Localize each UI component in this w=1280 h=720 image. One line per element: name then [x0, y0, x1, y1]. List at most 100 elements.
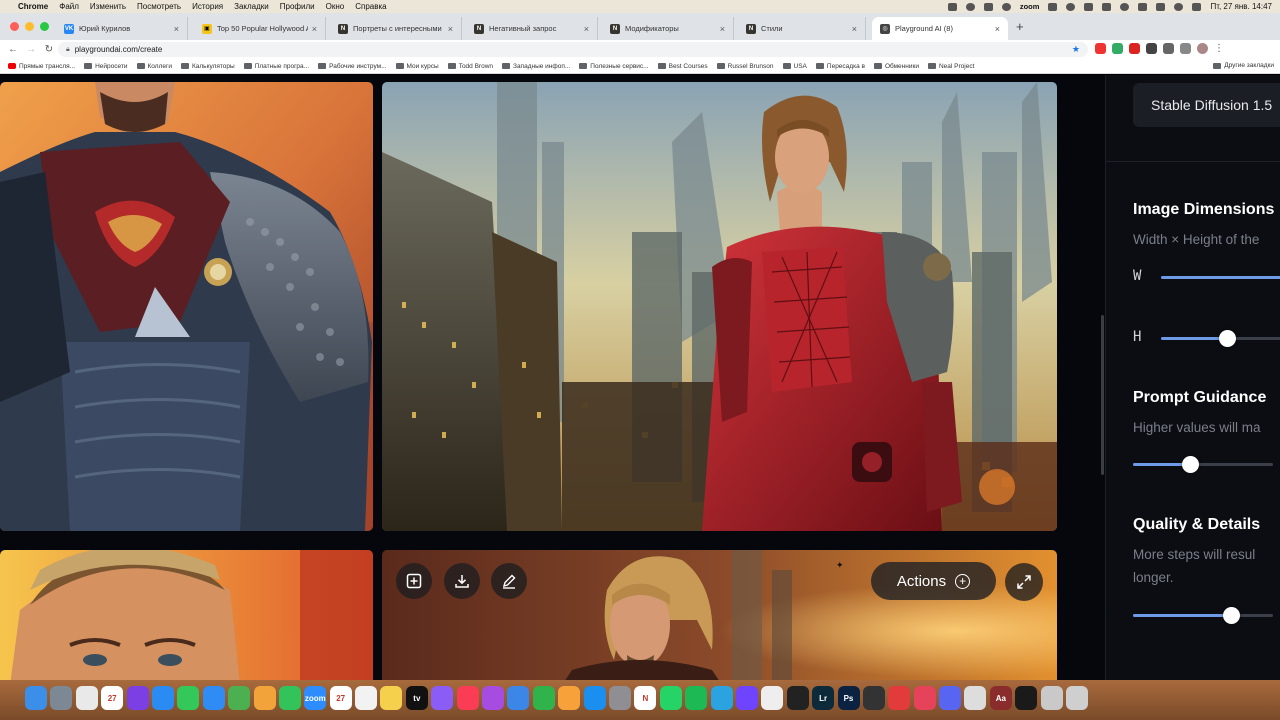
tab[interactable]: VK Юрий Курилов × — [56, 17, 188, 40]
finder-icon[interactable] — [25, 686, 47, 710]
zoom-icon[interactable]: zoom — [304, 686, 327, 710]
games-icon[interactable] — [964, 686, 987, 710]
generated-image[interactable] — [0, 550, 373, 685]
actions-button[interactable]: Actions + — [871, 562, 996, 600]
notion-icon[interactable]: N — [634, 686, 657, 710]
menu-item[interactable]: Справка — [355, 2, 386, 11]
scrollbar[interactable] — [1101, 315, 1104, 475]
firefox-icon[interactable] — [126, 686, 149, 710]
extension-icon[interactable] — [1112, 43, 1123, 54]
status-icon[interactable] — [1001, 2, 1011, 11]
close-window-button[interactable] — [10, 22, 19, 31]
close-tab-icon[interactable]: × — [720, 24, 725, 34]
bookmark-item[interactable]: Платные програ... — [243, 63, 309, 70]
tab[interactable]: ▣ Top 50 Popular Hollywood Acto × — [194, 17, 326, 40]
telegram-icon[interactable] — [710, 686, 733, 710]
tab[interactable]: N Негативный запрос × — [466, 17, 598, 40]
cleaner-icon[interactable] — [913, 686, 936, 710]
bookmark-item[interactable]: Пересадка в — [815, 63, 865, 70]
profile-avatar[interactable] — [1197, 43, 1208, 54]
url-text[interactable]: playgroundai.com/create — [75, 45, 163, 54]
wifi-icon[interactable] — [1156, 2, 1166, 11]
bookmark-item[interactable]: USA — [782, 63, 807, 70]
bookmark-item[interactable]: Russel Brunson — [716, 63, 774, 70]
generated-image[interactable] — [0, 82, 373, 531]
status-icon[interactable] — [1138, 2, 1148, 11]
pages-icon[interactable] — [558, 686, 581, 710]
podcasts-icon[interactable] — [482, 686, 505, 710]
settings-icon[interactable] — [608, 686, 631, 710]
menu-item[interactable]: Изменить — [90, 2, 126, 11]
close-tab-icon[interactable]: × — [174, 24, 179, 34]
preview-icon[interactable] — [1040, 686, 1063, 710]
bookmark-item[interactable]: Best Courses — [657, 63, 708, 70]
messenger-icon[interactable] — [431, 686, 454, 710]
status-icon[interactable] — [1120, 2, 1130, 11]
quality-thumb[interactable] — [1223, 607, 1240, 624]
spotify-icon[interactable] — [685, 686, 708, 710]
status-icon[interactable] — [1048, 2, 1058, 11]
height-slider[interactable] — [1161, 330, 1280, 347]
bookmark-item[interactable]: Обменники — [873, 63, 919, 70]
keynote-icon[interactable] — [507, 686, 530, 710]
bookmark-item[interactable]: Западные инфоп... — [502, 63, 570, 70]
reload-icon[interactable]: ↻ — [44, 44, 54, 55]
status-icon[interactable] — [947, 2, 957, 11]
status-icon[interactable] — [1084, 2, 1094, 11]
notes-icon[interactable] — [380, 686, 403, 710]
opera-extension-icon[interactable] — [1095, 43, 1106, 54]
status-icon[interactable] — [1066, 2, 1076, 11]
calendar-icon[interactable]: 27 — [101, 686, 124, 710]
other-bookmarks[interactable]: Другие закладки — [1213, 62, 1274, 69]
width-slider[interactable] — [1161, 276, 1280, 279]
appletv-icon[interactable]: tv — [405, 686, 428, 710]
status-icon[interactable] — [965, 2, 975, 11]
menu-item[interactable]: Закладки — [234, 2, 269, 11]
generated-image-selected[interactable] — [382, 82, 1057, 531]
safari-icon[interactable] — [151, 686, 174, 710]
close-tab-icon[interactable]: × — [312, 24, 317, 34]
photoshop-icon[interactable]: Ps — [837, 686, 860, 710]
extension-icon[interactable] — [1180, 43, 1191, 54]
prompt-guidance-slider[interactable] — [1133, 456, 1273, 473]
lightroom-icon[interactable]: Lr — [812, 686, 835, 710]
model-select[interactable]: Stable Diffusion 1.5 — [1133, 83, 1280, 127]
minimize-window-button[interactable] — [25, 22, 34, 31]
dictionary-icon[interactable]: Aa — [989, 686, 1012, 710]
bookmark-star-icon[interactable]: ★ — [1072, 44, 1080, 55]
menu-item[interactable]: Файл — [59, 2, 79, 11]
edit-button[interactable] — [491, 563, 527, 599]
launchpad-icon[interactable] — [50, 686, 73, 710]
menu-item[interactable]: Окно — [326, 2, 345, 11]
expand-button[interactable] — [1005, 563, 1043, 601]
extension-icon[interactable] — [1129, 43, 1140, 54]
compass-icon[interactable] — [862, 686, 885, 710]
messages-icon[interactable] — [177, 686, 200, 710]
menu-item[interactable]: История — [192, 2, 223, 11]
numbers-icon[interactable] — [532, 686, 555, 710]
zoom-status-icon[interactable]: zoom — [1020, 2, 1040, 11]
control-center-icon[interactable] — [1192, 2, 1202, 11]
bookmark-item[interactable]: Калькуляторы — [180, 63, 235, 70]
maps-icon[interactable] — [228, 686, 251, 710]
add-to-canvas-button[interactable] — [396, 563, 432, 599]
mail-icon[interactable] — [202, 686, 225, 710]
tab-active[interactable]: ◎ Playground AI (8) × — [872, 17, 1008, 40]
quality-slider[interactable] — [1133, 607, 1273, 624]
tab[interactable]: N Портреты с интересными по × — [330, 17, 462, 40]
trash-icon[interactable] — [1066, 686, 1089, 710]
chrome-icon[interactable] — [75, 686, 98, 710]
bookmark-item[interactable]: Нейросети — [84, 63, 128, 70]
script-icon[interactable] — [761, 686, 784, 710]
reminders-icon[interactable] — [355, 686, 378, 710]
bookmark-item[interactable]: Полезные сервис... — [579, 63, 649, 70]
address-bar[interactable]: 🔒︎ playgroundai.com/create ★ — [58, 42, 1088, 57]
music-icon[interactable] — [456, 686, 479, 710]
bookmark-item[interactable]: Коллеги — [136, 63, 172, 70]
height-slider-thumb[interactable] — [1218, 330, 1236, 347]
menu-app-name[interactable]: Chrome — [18, 2, 48, 11]
bookmark-item[interactable]: Neal Project — [927, 63, 974, 70]
bookmark-item[interactable]: Todd Brown — [447, 63, 493, 70]
discord-icon[interactable] — [939, 686, 962, 710]
forward-icon[interactable]: → — [26, 44, 36, 55]
